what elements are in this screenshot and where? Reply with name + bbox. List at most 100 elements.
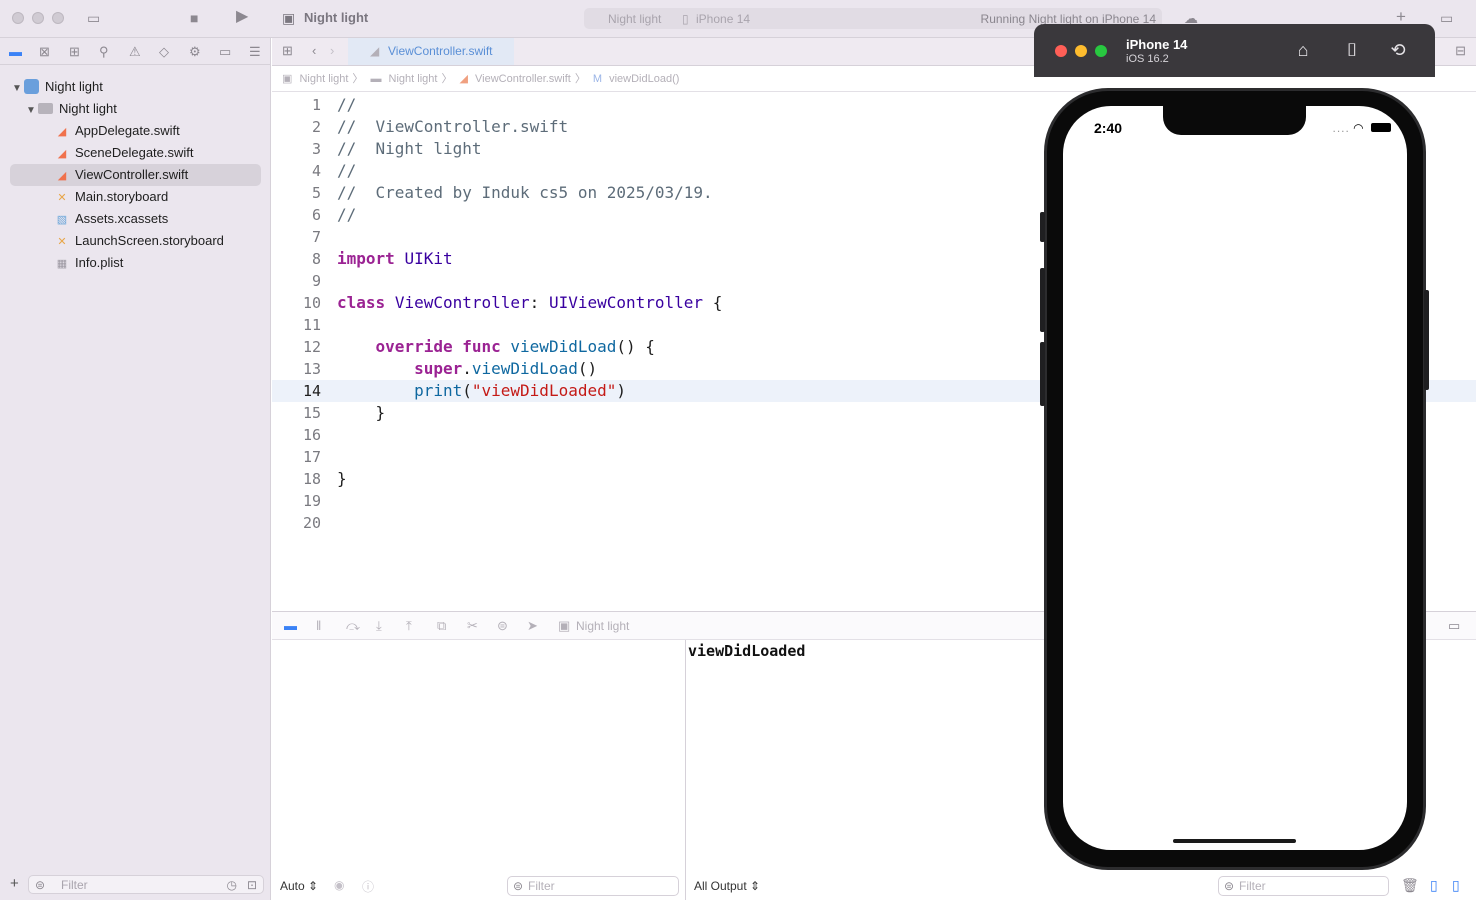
simulator-close-button[interactable] (1055, 45, 1067, 57)
warning-icon[interactable]: ⚠ (129, 44, 141, 60)
breakpoints-toggle-icon[interactable]: ▬ (284, 618, 297, 633)
code-text[interactable]: class ViewController: UIViewController { (337, 292, 722, 314)
chevron-right-icon[interactable]: › (330, 43, 334, 58)
screenshot-icon[interactable]: ⌷ (1340, 39, 1364, 61)
console-filter-field[interactable]: ⊜ Filter (1218, 876, 1389, 896)
code-text[interactable]: // (337, 94, 356, 116)
eye-icon[interactable]: ◉ (334, 878, 344, 892)
run-icon[interactable]: ▶ (236, 9, 248, 25)
tree-item-launchscreen[interactable]: ✕ LaunchScreen.storyboard (0, 230, 271, 252)
chevron-down-icon[interactable]: ▼ (12, 78, 24, 100)
report-icon[interactable]: ☰ (249, 44, 261, 60)
environment-icon[interactable]: ⊜ (497, 618, 508, 634)
line-number[interactable]: 12 (272, 336, 321, 358)
breadcrumb-project[interactable]: Night light (299, 73, 348, 85)
line-number[interactable]: 4 (272, 160, 321, 182)
clock-icon[interactable]: ◷ (227, 878, 237, 892)
add-icon[interactable]: + (1396, 8, 1406, 25)
line-number[interactable]: 2 (272, 116, 321, 138)
simulator-minimize-button[interactable] (1075, 45, 1087, 57)
code-text[interactable]: // (337, 204, 356, 226)
panel-toggle-icon[interactable]: ▭ (1448, 618, 1460, 634)
tree-item-infoplist[interactable]: ▦ Info.plist (0, 252, 271, 274)
step-out-icon[interactable]: ⤒ (406, 618, 412, 634)
breakpoint-icon[interactable]: ▭ (219, 44, 231, 60)
tree-item-viewcontroller[interactable]: ◢ ViewController.swift (10, 164, 261, 186)
tree-item-main-storyboard[interactable]: ✕ Main.storyboard (0, 186, 271, 208)
line-number[interactable]: 8 (272, 248, 321, 270)
step-into-icon[interactable]: ⤓ (376, 618, 382, 634)
line-number[interactable]: 17 (272, 446, 321, 468)
stop-icon[interactable]: ■ (190, 10, 198, 26)
tree-item-folder[interactable]: ▼ Night light (0, 98, 271, 120)
line-number[interactable]: 1 (272, 94, 321, 116)
split-editor-icon[interactable]: ⊟ (1455, 43, 1466, 59)
run-destination[interactable]: iPhone 14 (696, 12, 750, 26)
grid-icon[interactable]: ⊞ (282, 43, 293, 59)
close-window-button[interactable] (12, 12, 24, 24)
line-number[interactable]: 14 (272, 380, 321, 402)
chevron-left-icon[interactable]: ‹ (312, 43, 316, 58)
tree-item-appdelegate[interactable]: ◢ AppDelegate.swift (0, 120, 271, 142)
code-text[interactable]: // Night light (337, 138, 482, 160)
volume-down-button[interactable] (1040, 342, 1045, 406)
tree-item-assets[interactable]: ▧ Assets.xcassets (0, 208, 271, 230)
line-number[interactable]: 10 (272, 292, 321, 314)
line-number[interactable]: 15 (272, 402, 321, 424)
line-number[interactable]: 19 (272, 490, 321, 512)
step-over-icon[interactable]: ⤼ (346, 618, 360, 634)
side-power-button[interactable] (1424, 290, 1429, 390)
line-number[interactable]: 16 (272, 424, 321, 446)
line-number[interactable]: 11 (272, 314, 321, 336)
line-number[interactable]: 5 (272, 182, 321, 204)
variables-filter-field[interactable]: ⊜ Filter (507, 876, 679, 896)
line-number[interactable]: 6 (272, 204, 321, 226)
minimize-window-button[interactable] (32, 12, 44, 24)
tree-item-scenedelegate[interactable]: ◢ SceneDelegate.swift (0, 142, 271, 164)
navigator-filter-field[interactable]: ⊜ Filter ◷ ⊡ (28, 875, 264, 894)
line-number[interactable]: 20 (272, 512, 321, 534)
rotate-icon[interactable]: ⟲ (1386, 39, 1410, 61)
memory-graph-icon[interactable]: ✂ (467, 618, 478, 634)
volume-up-button[interactable] (1040, 268, 1045, 332)
debug-icon[interactable]: ⚙ (189, 44, 201, 60)
view-hierarchy-icon[interactable]: ⧉ (437, 618, 446, 634)
folder-icon[interactable]: ▬ (9, 44, 22, 59)
trash-icon[interactable]: 🗑 (1401, 877, 1419, 894)
code-text[interactable]: print("viewDidLoaded") (337, 380, 626, 402)
breadcrumb-folder[interactable]: Night light (389, 73, 438, 85)
add-file-icon[interactable]: + (10, 875, 19, 892)
simulator-screen[interactable]: 2:40 .... ◠ (1063, 106, 1407, 850)
code-text[interactable]: // Created by Induk cs5 on 2025/03/19. (337, 182, 713, 204)
code-text[interactable]: super.viewDidLoad() (337, 358, 597, 380)
show-console-icon[interactable]: ▯ (1452, 877, 1460, 894)
scheme-selector[interactable]: Night light (608, 12, 661, 26)
source-control-icon[interactable]: ⊠ (39, 44, 50, 60)
search-icon[interactable]: ⚲ (99, 44, 109, 60)
pause-icon[interactable]: ‖ (316, 618, 321, 633)
code-text[interactable]: } (337, 468, 347, 490)
line-number[interactable]: 13 (272, 358, 321, 380)
line-number[interactable]: 9 (272, 270, 321, 292)
silent-switch[interactable] (1040, 212, 1045, 242)
sidebar-toggle-icon[interactable]: ▭ (87, 10, 100, 26)
variables-console-divider[interactable] (685, 640, 686, 900)
console-output-selector[interactable]: All Output ⇕ (694, 879, 760, 893)
line-number[interactable]: 18 (272, 468, 321, 490)
code-text[interactable]: import UIKit (337, 248, 453, 270)
code-text[interactable]: // (337, 160, 356, 182)
info-icon[interactable]: ⓘ (362, 878, 374, 895)
chevron-down-icon[interactable]: ▼ (26, 100, 38, 122)
filter-icon[interactable]: ⊜ (35, 878, 45, 892)
home-icon[interactable]: ⌂ (1291, 39, 1315, 61)
home-indicator[interactable] (1173, 839, 1296, 843)
location-icon[interactable]: ➤ (527, 618, 538, 634)
variables-scope-selector[interactable]: Auto ⇕ (280, 879, 318, 893)
code-text[interactable]: } (337, 402, 386, 424)
inspector-toggle-icon[interactable]: ▭ (1440, 10, 1453, 26)
breadcrumb-method[interactable]: viewDidLoad() (609, 73, 679, 85)
line-number[interactable]: 7 (272, 226, 321, 248)
filter-options-icon[interactable]: ⊡ (247, 878, 257, 892)
code-text[interactable]: // ViewController.swift (337, 116, 568, 138)
show-variables-icon[interactable]: ▯ (1430, 877, 1438, 894)
